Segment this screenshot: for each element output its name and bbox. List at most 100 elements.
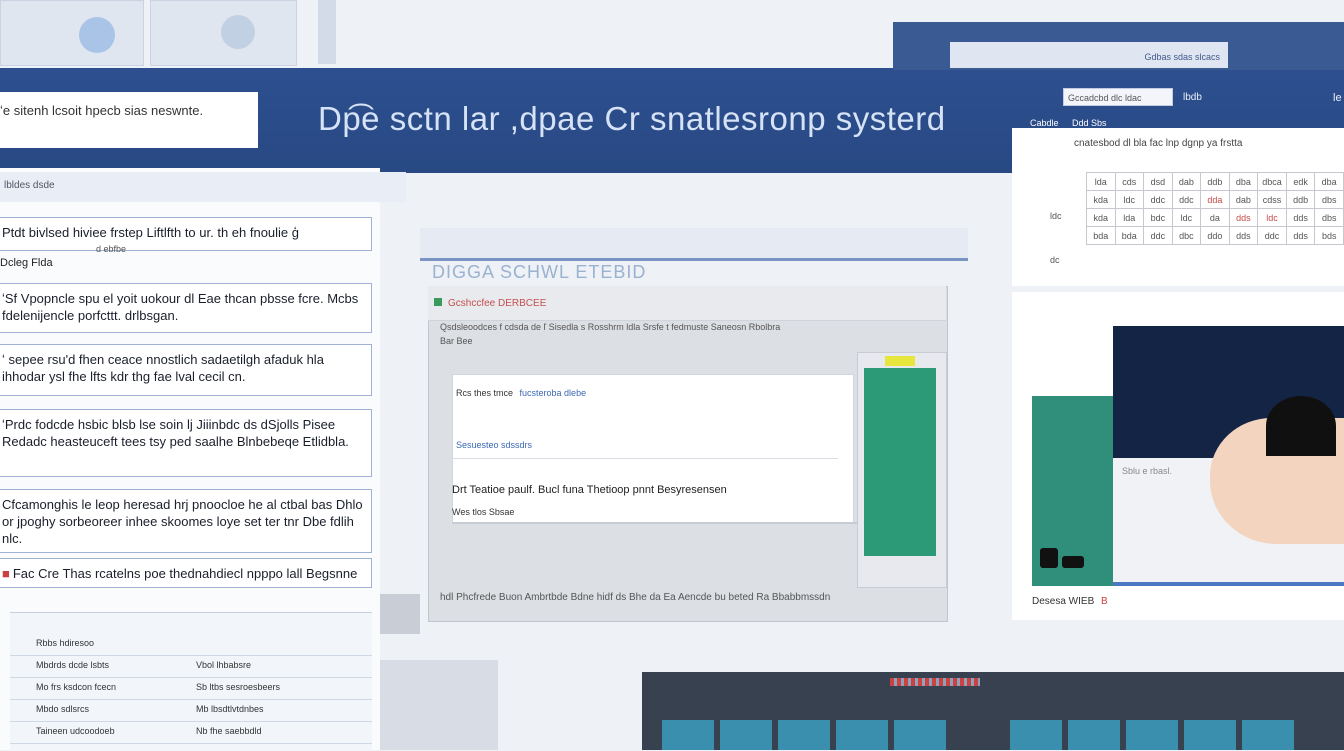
table-cell[interactable]: ddc (1257, 226, 1287, 245)
table-row[interactable]: Mbdo sdlsrcs Mb lbsdtlvtdnbes (10, 699, 372, 722)
table-cell[interactable]: dba (1228, 172, 1259, 191)
table-cell[interactable]: kda (1086, 190, 1116, 209)
table-cell[interactable]: dds (1228, 208, 1259, 227)
list-item-text: ʻPrdc fodcde hsbic blsb lse soin lj Jiii… (2, 417, 349, 449)
left-panel-header: lbldes dsde (0, 172, 406, 202)
camera-icon (1040, 548, 1058, 568)
table-cell[interactable]: dsd (1143, 172, 1173, 191)
table-cell[interactable]: dbs (1314, 208, 1344, 227)
column-subheader: Bar Bee (440, 336, 473, 346)
table-cell[interactable]: dds (1228, 226, 1259, 245)
keyboard-key[interactable] (1242, 720, 1294, 750)
table-cell[interactable]: dds (1285, 226, 1316, 245)
divider (318, 0, 336, 64)
list-item-text: ʻ sepee rsu'd fhen ceace nnostlich sadae… (2, 352, 324, 384)
list-item[interactable]: Ptdt bivlsed hiviee frstep Liftlfth to u… (0, 217, 372, 251)
list-item[interactable]: ʻSf Vpopncle spu el yoit uokour dl Eae t… (0, 283, 372, 333)
table-cell[interactable]: ldc (1114, 190, 1145, 209)
list-item[interactable]: ʻ sepee rsu'd fhen ceace nnostlich sadae… (0, 344, 372, 396)
table-cell[interactable]: ddc (1171, 190, 1202, 209)
right-header-link[interactable]: lbdb (1183, 92, 1202, 103)
preview-swatch[interactable] (864, 368, 936, 556)
table-cell[interactable]: dab (1171, 172, 1202, 191)
table-cell[interactable]: ddb (1200, 172, 1230, 191)
page-title: Dp͡e sctn lar ,dpae Cr snatlesronp syste… (318, 100, 946, 137)
table-cell[interactable]: dda (1200, 190, 1230, 209)
keyboard-key[interactable] (1126, 720, 1178, 750)
thumbnail-2[interactable] (150, 0, 297, 66)
table-row[interactable]: Rbbs hdiresoo (10, 633, 372, 656)
table-cell[interactable]: bdc (1143, 208, 1173, 227)
table-cell[interactable]: dba (1314, 172, 1344, 191)
spreadsheet-grid[interactable]: lda cds dsd dab ddb dba dbca edk dba kda… (1086, 172, 1344, 245)
table-cell[interactable]: edk (1285, 172, 1316, 191)
table-cell[interactable]: lda (1086, 172, 1116, 191)
right-header-link[interactable]: le (1333, 92, 1342, 104)
table-cell[interactable]: dds (1285, 208, 1316, 227)
table-row: lda cds dsd dab ddb dba dbca edk dba (1086, 172, 1344, 191)
header-search-box[interactable]: ʻe sitenh lcsoit hpecb sias neswnte. (0, 92, 258, 148)
table-cell[interactable]: ddc (1143, 226, 1173, 245)
header-search-text: ʻe sitenh lcsoit hpecb sias neswnte. (0, 103, 204, 118)
table-cell[interactable]: ddc (1143, 190, 1173, 209)
table-cell[interactable]: kda (1086, 208, 1116, 227)
decorative-block (380, 594, 420, 634)
table-row[interactable]: Taineen udcoodoeb Nb fhe saebbdld (10, 721, 372, 744)
table-cell[interactable]: ldc (1171, 208, 1202, 227)
preview-tab[interactable] (885, 356, 915, 366)
table-cell[interactable]: ldc (1257, 208, 1287, 227)
list-item-subtext: d ebfbe (96, 244, 127, 254)
table-cell[interactable]: bds (1314, 226, 1344, 245)
table-cell[interactable]: dbca (1257, 172, 1287, 191)
keyboard-key[interactable] (1068, 720, 1120, 750)
table-cell[interactable]: bda (1086, 226, 1116, 245)
bullet-icon: ■ (2, 566, 10, 581)
table-cell[interactable]: dab (1228, 190, 1259, 209)
section-label: Dcleg Flda (0, 257, 53, 269)
body-line: Rcs thes tmce fucsteroba dlebe (456, 388, 586, 398)
table-cell: Sb ltbs sesroesbeers (196, 682, 281, 692)
table-cell[interactable]: ddo (1200, 226, 1230, 245)
list-item-text: Ptdt bivlsed hiviee frstep Liftlfth to u… (2, 225, 300, 240)
list-item[interactable]: ʻPrdc fodcde hsbic blsb lse soin lj Jiii… (0, 409, 372, 477)
keyboard-key[interactable] (1010, 720, 1062, 750)
body-link[interactable]: fucsteroba dlebe (520, 388, 587, 398)
table-cell[interactable]: da (1200, 208, 1230, 227)
table-row: kda lda bdc ldc da dds ldc dds dbs (1086, 208, 1344, 227)
list-item[interactable]: Cfcamonghis le leop heresad hrj pnoocloe… (0, 489, 372, 553)
right-subtab[interactable]: Ddd Sbs (1072, 118, 1107, 128)
keyboard-key[interactable] (778, 720, 830, 750)
keyboard-key[interactable] (894, 720, 946, 750)
thumbnail-1[interactable] (0, 0, 144, 66)
body-text: Rcs thes tmce (456, 388, 514, 398)
table-cell[interactable]: dbs (1314, 190, 1344, 209)
right-tab[interactable]: Gdbas sdas slcacs (950, 42, 1228, 68)
table-cell: Rbbs hdiresoo (36, 638, 95, 648)
keyboard-key[interactable] (1184, 720, 1236, 750)
window-title: Gcshccfee DERBCEE (448, 298, 547, 309)
table-cell[interactable]: cds (1114, 172, 1145, 191)
right-subtab[interactable]: Cabdle (1030, 118, 1059, 128)
table-cell[interactable]: ddb (1285, 190, 1316, 209)
table-row[interactable]: Mo frs ksdcon fcecn Sb ltbs sesroesbeers (10, 677, 372, 700)
center-title: DIGGA SCHWL ETEBID (432, 262, 647, 282)
table-row[interactable]: Mbdrds dcde lsbts Vbol lhbabsre (10, 655, 372, 678)
table-cell[interactable]: lda (1114, 208, 1145, 227)
keyboard-key[interactable] (720, 720, 772, 750)
image-footer: Desesa WIEB B (1032, 596, 1108, 607)
center-header-band (420, 228, 968, 261)
table-cell[interactable]: cdss (1257, 190, 1287, 209)
list-item-text: Cfcamonghis le leop heresad hrj pnoocloe… (2, 497, 363, 546)
table-cell[interactable]: bda (1114, 226, 1145, 245)
body-link[interactable]: Sesuesteo sdssdrs (456, 440, 532, 450)
list-item[interactable]: ■ Fac Cre Thas rcatelns poe thednahdiecl … (0, 558, 372, 588)
image-footer-badge: B (1101, 596, 1108, 607)
right-search-input[interactable]: Gccadcbd dlc ldac (1063, 88, 1173, 106)
table-cell[interactable]: dbc (1171, 226, 1202, 245)
list-item-text: ʻSf Vpopncle spu el yoit uokour dl Eae t… (2, 291, 359, 323)
divider (452, 458, 838, 459)
keyboard-key[interactable] (836, 720, 888, 750)
keyboard-key[interactable] (662, 720, 714, 750)
left-data-table: Rbbs hdiresoo Mbdrds dcde lsbts Vbol lhb… (10, 612, 372, 751)
thumbnail-icon (221, 15, 255, 49)
